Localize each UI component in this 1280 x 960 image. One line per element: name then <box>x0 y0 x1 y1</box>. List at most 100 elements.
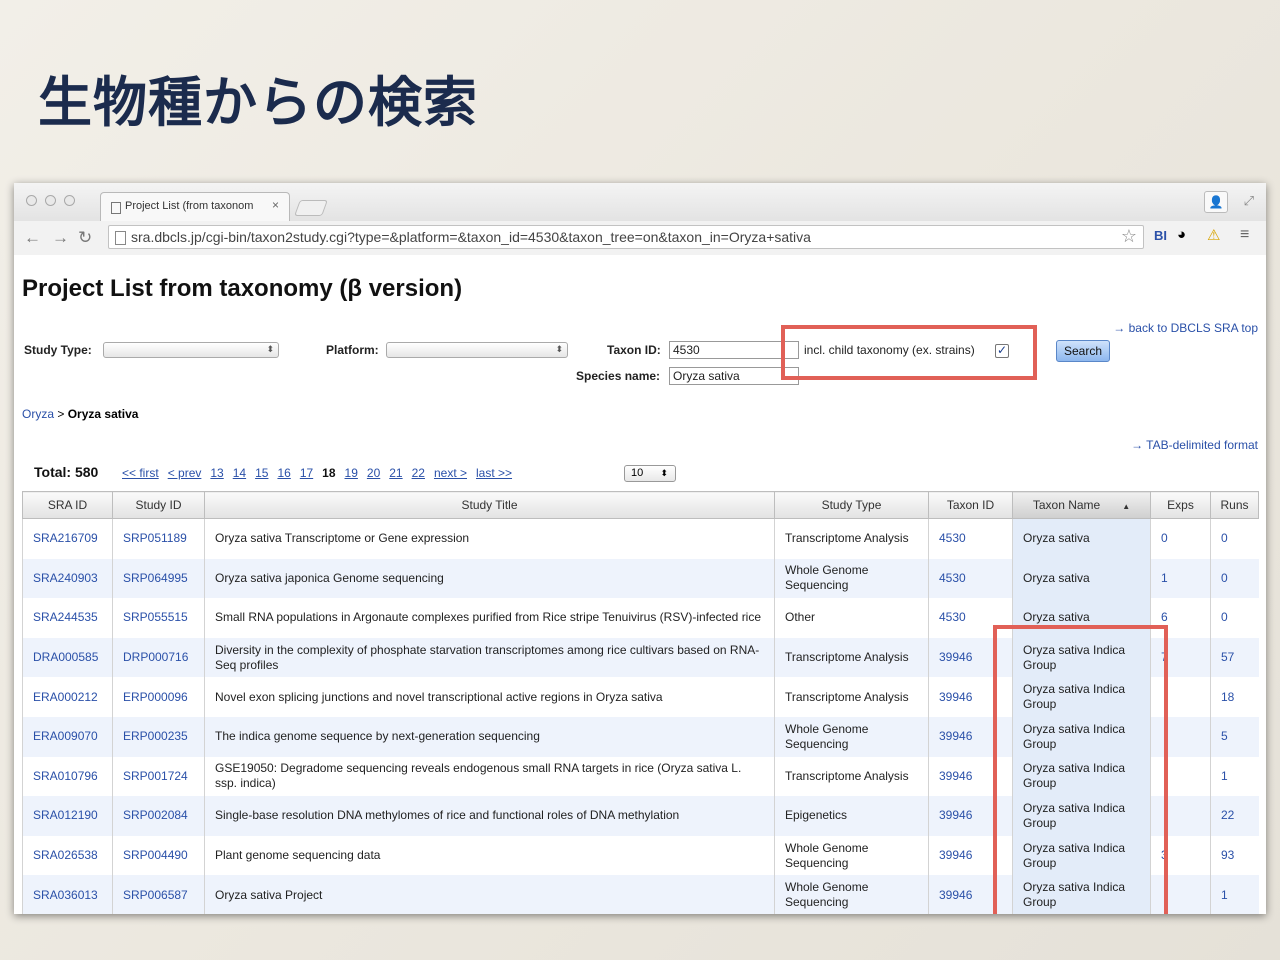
runs-link[interactable]: 1 <box>1210 756 1259 797</box>
runs-link[interactable]: 18 <box>1210 677 1259 717</box>
taxon-id-link[interactable]: 4530 <box>928 518 1013 559</box>
taxon-id-link[interactable]: 39946 <box>928 796 1013 836</box>
sra-id-link[interactable]: SRA036013 <box>22 875 113 914</box>
column-header[interactable]: Taxon ID <box>928 491 1013 519</box>
exps-link[interactable]: 3 <box>1150 835 1211 876</box>
study-id-link[interactable]: SRP004490 <box>112 835 205 876</box>
taxon-id-link[interactable]: 4530 <box>928 558 1013 599</box>
sra-id-link[interactable]: SRA240903 <box>22 558 113 599</box>
sra-id-link[interactable]: ERA009070 <box>22 716 113 757</box>
page-link[interactable]: 21 <box>389 466 402 480</box>
study-id-link[interactable]: DRP000716 <box>112 637 205 678</box>
taxon-id-link[interactable]: 39946 <box>928 835 1013 876</box>
runs-link[interactable]: 0 <box>1210 558 1259 599</box>
next-page-link[interactable]: next > <box>434 466 467 480</box>
taxon-id-link[interactable]: 4530 <box>928 598 1013 638</box>
exps-link[interactable] <box>1150 677 1211 717</box>
runs-link[interactable]: 93 <box>1210 835 1259 876</box>
taxon-id-input[interactable]: 4530 <box>669 341 799 359</box>
exps-link[interactable]: 0 <box>1150 518 1211 559</box>
page-link[interactable]: 22 <box>412 466 425 480</box>
column-header[interactable]: SRA ID <box>22 491 113 519</box>
last-page-link[interactable]: last >> <box>476 466 512 480</box>
sra-id-link[interactable]: SRA026538 <box>22 835 113 876</box>
address-bar[interactable]: sra.dbcls.jp/cgi-bin/taxon2study.cgi?typ… <box>108 225 1144 249</box>
sra-id-link[interactable]: ERA000212 <box>22 677 113 717</box>
runs-link[interactable]: 1 <box>1210 875 1259 914</box>
runs-link[interactable]: 0 <box>1210 598 1259 638</box>
page-link[interactable]: 19 <box>345 466 358 480</box>
page-link[interactable]: 16 <box>277 466 290 480</box>
study-id-link[interactable]: ERP000096 <box>112 677 205 717</box>
page-link[interactable]: 14 <box>233 466 246 480</box>
forward-arrow-icon[interactable]: → <box>52 228 69 248</box>
new-tab-button[interactable] <box>294 200 328 216</box>
menu-icon[interactable]: ≡ <box>1240 226 1249 244</box>
sra-id-link[interactable]: SRA010796 <box>22 756 113 797</box>
column-header[interactable]: Study Type <box>774 491 929 519</box>
bi-extension-icon[interactable]: BI <box>1154 228 1167 243</box>
exps-link[interactable] <box>1150 716 1211 757</box>
runs-link[interactable]: 22 <box>1210 796 1259 836</box>
warning-extension-icon[interactable]: ⚠ <box>1207 226 1220 244</box>
study-id-link[interactable]: SRP006587 <box>112 875 205 914</box>
prev-page-link[interactable]: < prev <box>168 466 202 480</box>
sra-id-link[interactable]: SRA244535 <box>22 598 113 638</box>
globe-extension-icon[interactable]: ◕ <box>1177 226 1186 243</box>
pagination: << first < prev 13 14 15 16 17 18 19 20 21 22 next >… <box>122 466 521 480</box>
back-to-top-link[interactable]: → back to DBCLS SRA top <box>1113 321 1258 335</box>
study-id-link[interactable]: SRP002084 <box>112 796 205 836</box>
exps-link[interactable]: 7 <box>1150 637 1211 678</box>
close-tab-icon[interactable]: × <box>272 198 279 212</box>
column-header[interactable]: Exps <box>1150 491 1211 519</box>
species-name-input[interactable]: Oryza sativa <box>669 367 799 385</box>
study-id-link[interactable]: SRP055515 <box>112 598 205 638</box>
runs-link[interactable]: 5 <box>1210 716 1259 757</box>
taxon-id-link[interactable]: 39946 <box>928 637 1013 678</box>
reload-icon[interactable]: ↻ <box>78 228 92 248</box>
platform-select[interactable]: ⬍ <box>386 342 568 358</box>
exps-link[interactable]: 1 <box>1150 558 1211 599</box>
search-button[interactable]: Search <box>1056 340 1110 362</box>
column-header[interactable]: Taxon Name ▲ <box>1012 491 1151 519</box>
browser-tab[interactable]: Project List (from taxonom × <box>100 192 290 221</box>
per-page-select[interactable]: 10 ⬍ <box>624 465 676 482</box>
column-header[interactable]: Study Title <box>204 491 775 519</box>
sra-id-link[interactable]: SRA216709 <box>22 518 113 559</box>
minimize-window-button[interactable] <box>45 195 56 206</box>
runs-link[interactable]: 0 <box>1210 518 1259 559</box>
close-window-button[interactable] <box>26 195 37 206</box>
breadcrumb-parent-link[interactable]: Oryza <box>22 407 54 421</box>
sra-id-link[interactable]: DRA000585 <box>22 637 113 678</box>
page-link[interactable]: 17 <box>300 466 313 480</box>
first-page-link[interactable]: << first <box>122 466 159 480</box>
page-link[interactable]: 20 <box>367 466 380 480</box>
taxon-id-link[interactable]: 39946 <box>928 716 1013 757</box>
fullscreen-icon[interactable]: ⤢ <box>1244 193 1254 209</box>
taxon-id-link[interactable]: 39946 <box>928 677 1013 717</box>
study-id-link[interactable]: SRP001724 <box>112 756 205 797</box>
exps-link[interactable]: 6 <box>1150 598 1211 638</box>
sra-id-link[interactable]: SRA012190 <box>22 796 113 836</box>
taxon-id-link[interactable]: 39946 <box>928 875 1013 914</box>
exps-link[interactable] <box>1150 875 1211 914</box>
study-type-select[interactable]: ⬍ <box>103 342 279 358</box>
profile-icon[interactable]: 👤 <box>1204 191 1228 213</box>
back-arrow-icon[interactable]: ← <box>24 228 41 248</box>
column-header[interactable]: Runs <box>1210 491 1259 519</box>
child-taxonomy-checkbox[interactable]: ✓ <box>995 344 1009 358</box>
tab-delimited-link[interactable]: → TAB-delimited format <box>1131 438 1258 452</box>
study-id-link[interactable]: ERP000235 <box>112 716 205 757</box>
column-header[interactable]: Study ID <box>112 491 205 519</box>
page-link[interactable]: 15 <box>255 466 268 480</box>
exps-link[interactable] <box>1150 756 1211 797</box>
page-link[interactable]: 13 <box>210 466 223 480</box>
url-text[interactable]: sra.dbcls.jp/cgi-bin/taxon2study.cgi?typ… <box>131 229 811 245</box>
runs-link[interactable]: 57 <box>1210 637 1259 678</box>
zoom-window-button[interactable] <box>64 195 75 206</box>
taxon-id-link[interactable]: 39946 <box>928 756 1013 797</box>
bookmark-star-icon[interactable]: ☆ <box>1121 226 1137 247</box>
exps-link[interactable] <box>1150 796 1211 836</box>
study-id-link[interactable]: SRP064995 <box>112 558 205 599</box>
study-id-link[interactable]: SRP051189 <box>112 518 205 559</box>
